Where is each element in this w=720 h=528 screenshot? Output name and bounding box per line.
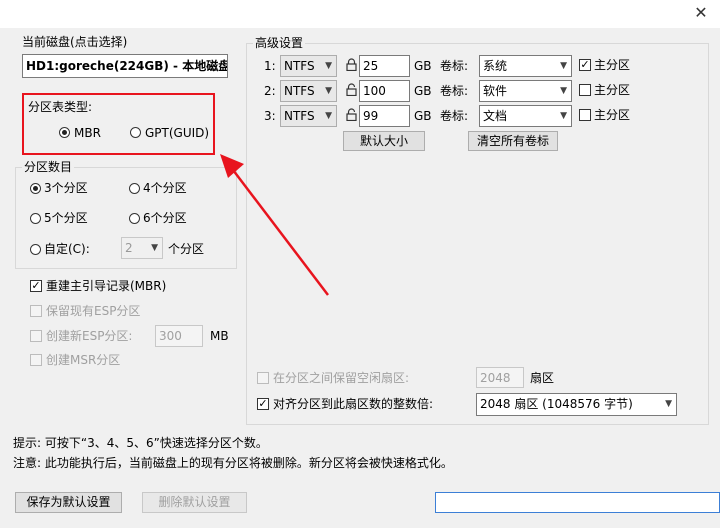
row3-volume-value: 文档 bbox=[483, 109, 508, 123]
keep-esp-label: 保留现有ESP分区 bbox=[46, 304, 141, 318]
radio-mbr-label[interactable]: MBR bbox=[74, 125, 101, 141]
reserve-sectors-input[interactable]: 2048 bbox=[476, 367, 524, 388]
radio-3-partitions[interactable] bbox=[30, 183, 41, 194]
lock-open-icon[interactable] bbox=[346, 108, 357, 121]
esp-size-input[interactable]: 300 bbox=[155, 325, 203, 347]
radio-6-partitions[interactable] bbox=[129, 213, 140, 224]
row2-size-input[interactable]: 100 bbox=[359, 80, 410, 102]
row3-primary-label[interactable]: 主分区 bbox=[594, 107, 630, 123]
radio-5-partitions[interactable] bbox=[30, 213, 41, 224]
esp-unit-label: MB bbox=[210, 329, 229, 343]
radio-custom-label[interactable]: 自定(C): bbox=[44, 241, 90, 257]
annotation-arrow bbox=[220, 154, 329, 296]
chevron-down-icon: ▼ bbox=[560, 61, 567, 71]
row1-fs-value: NTFS bbox=[284, 59, 315, 73]
chevron-down-icon: ▼ bbox=[325, 111, 332, 121]
close-icon[interactable]: ✕ bbox=[690, 2, 712, 24]
clear-labels-button[interactable]: 清空所有卷标 bbox=[468, 131, 558, 151]
row2-volume-label: 卷标: bbox=[440, 84, 469, 98]
radio-custom[interactable] bbox=[30, 244, 41, 255]
lock-open-icon[interactable] bbox=[346, 83, 357, 96]
radio-gpt[interactable] bbox=[130, 127, 141, 138]
row1-size-input[interactable]: 25 bbox=[359, 55, 410, 77]
align-checkbox[interactable]: ✓ bbox=[257, 398, 269, 410]
custom-count-select[interactable]: 2 ▼ bbox=[121, 237, 163, 259]
create-esp-label: 创建新ESP分区: bbox=[46, 329, 133, 343]
row2-index: 2: bbox=[264, 84, 276, 98]
align-select[interactable]: 2048 扇区 (1048576 字节) ▼ bbox=[476, 393, 677, 416]
progress-bar bbox=[435, 492, 720, 513]
radio-mbr[interactable] bbox=[59, 127, 70, 138]
align-label[interactable]: 对齐分区到此扇区数的整数倍: bbox=[273, 396, 433, 412]
row2-volume-value: 软件 bbox=[483, 84, 508, 98]
create-msr-checkbox[interactable] bbox=[30, 354, 42, 366]
save-default-button[interactable]: 保存为默认设置 bbox=[15, 492, 122, 513]
chevron-down-icon: ▼ bbox=[665, 399, 672, 409]
row2-volume-select[interactable]: 软件 ▼ bbox=[479, 80, 572, 102]
custom-count-value: 2 bbox=[125, 241, 133, 255]
align-value: 2048 扇区 (1048576 字节) bbox=[480, 397, 633, 411]
row3-volume-label: 卷标: bbox=[440, 109, 469, 123]
reserve-sectors-label: 在分区之间保留空闲扇区: bbox=[273, 371, 410, 385]
reserve-sectors-unit: 扇区 bbox=[530, 371, 555, 385]
create-msr-label: 创建MSR分区 bbox=[46, 353, 121, 367]
radio-3-label[interactable]: 3个分区 bbox=[44, 180, 88, 196]
radio-4-label[interactable]: 4个分区 bbox=[143, 180, 187, 196]
chevron-down-icon: ▼ bbox=[325, 86, 332, 96]
radio-4-partitions[interactable] bbox=[129, 183, 140, 194]
row3-primary-checkbox[interactable] bbox=[579, 109, 591, 121]
row1-fs-select[interactable]: NTFS ▼ bbox=[280, 55, 337, 77]
chevron-down-icon: ▼ bbox=[151, 243, 158, 253]
row2-primary-label[interactable]: 主分区 bbox=[594, 82, 630, 98]
chevron-down-icon: ▼ bbox=[560, 86, 567, 96]
row2-fs-select[interactable]: NTFS ▼ bbox=[280, 80, 337, 102]
row1-primary-label[interactable]: 主分区 bbox=[594, 57, 630, 73]
partition-count-label: 分区数目 bbox=[22, 159, 75, 175]
keep-esp-checkbox[interactable] bbox=[30, 305, 42, 317]
row1-volume-label: 卷标: bbox=[440, 59, 469, 73]
default-size-button[interactable]: 默认大小 bbox=[343, 131, 425, 151]
custom-count-suffix: 个分区 bbox=[168, 242, 205, 256]
reserve-sectors-checkbox[interactable] bbox=[257, 372, 269, 384]
row3-fs-value: NTFS bbox=[284, 109, 315, 123]
row2-primary-checkbox[interactable] bbox=[579, 84, 591, 96]
title-bar bbox=[0, 0, 720, 28]
create-esp-checkbox[interactable] bbox=[30, 330, 42, 342]
row3-volume-select[interactable]: 文档 ▼ bbox=[479, 105, 572, 127]
row1-primary-checkbox[interactable]: ✓ bbox=[579, 59, 591, 71]
rebuild-mbr-label[interactable]: 重建主引导记录(MBR) bbox=[46, 278, 166, 294]
radio-gpt-label[interactable]: GPT(GUID) bbox=[145, 125, 209, 141]
row1-unit: GB bbox=[414, 59, 432, 73]
row3-size-input[interactable]: 99 bbox=[359, 105, 410, 127]
disk-selector[interactable]: HD1:goreche(224GB) - 本地磁盘(G bbox=[22, 54, 228, 78]
lock-closed-icon[interactable] bbox=[346, 58, 357, 71]
delete-default-button[interactable]: 删除默认设置 bbox=[142, 492, 247, 513]
row3-fs-select[interactable]: NTFS ▼ bbox=[280, 105, 337, 127]
advanced-settings-label: 高级设置 bbox=[253, 35, 306, 51]
radio-5-label[interactable]: 5个分区 bbox=[44, 210, 88, 226]
row3-unit: GB bbox=[414, 109, 432, 123]
warning-text: 注意: 此功能执行后，当前磁盘上的现有分区将被删除。新分区将会被快速格式化。 bbox=[13, 456, 453, 470]
row1-volume-select[interactable]: 系统 ▼ bbox=[479, 55, 572, 77]
row3-index: 3: bbox=[264, 109, 276, 123]
chevron-down-icon: ▼ bbox=[325, 61, 332, 71]
row1-index: 1: bbox=[264, 59, 276, 73]
radio-6-label[interactable]: 6个分区 bbox=[143, 210, 187, 226]
disk-label: 当前磁盘(点击选择) bbox=[22, 35, 128, 49]
row2-unit: GB bbox=[414, 84, 432, 98]
rebuild-mbr-checkbox[interactable]: ✓ bbox=[30, 280, 42, 292]
row1-volume-value: 系统 bbox=[483, 59, 508, 73]
row2-fs-value: NTFS bbox=[284, 84, 315, 98]
chevron-down-icon: ▼ bbox=[560, 111, 567, 121]
partition-type-label: 分区表类型: bbox=[28, 100, 93, 114]
tip-text: 提示: 可按下“3、4、5、6”快速选择分区个数。 bbox=[13, 436, 268, 450]
